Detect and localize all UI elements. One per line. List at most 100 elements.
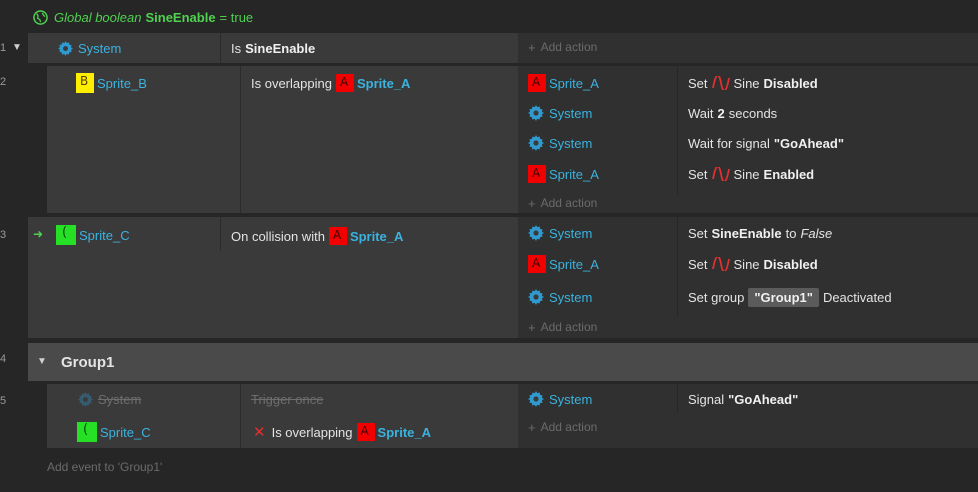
group-badge: "Group1" — [748, 287, 819, 307]
action-value: False — [800, 225, 833, 241]
object-name: Sprite_C — [79, 227, 130, 243]
condition-variable: SineEnable — [245, 40, 316, 56]
gear-icon — [528, 135, 544, 151]
condition-text: On collision with — [231, 228, 325, 244]
event-3-condition-object[interactable]: Sprite_C — [56, 224, 130, 246]
action-state: Disabled — [763, 75, 818, 91]
action-object[interactable]: System — [528, 286, 592, 308]
action-text[interactable]: Set Sine Enabled — [688, 163, 814, 185]
behavior-name: Sine — [733, 166, 760, 182]
behavior-name: Sine — [733, 256, 760, 272]
condition-text: Trigger once — [251, 391, 324, 407]
invert-x-icon: ✕ — [253, 424, 266, 441]
event-1-condition-object[interactable]: System — [58, 33, 121, 63]
divider — [220, 33, 221, 63]
sine-behavior-icon — [712, 257, 730, 271]
action-text[interactable]: Wait for signal "GoAhead" — [688, 132, 844, 154]
object-name: Sprite_A — [549, 166, 599, 182]
action-to: to — [785, 225, 797, 241]
action-value: 2 — [717, 105, 725, 121]
add-action-label: Add action — [540, 420, 598, 434]
add-action-button[interactable]: + Add action — [528, 194, 597, 212]
action-object[interactable]: System — [528, 132, 592, 154]
sprite-a-icon — [356, 423, 375, 441]
add-action-label: Add action — [540, 196, 598, 210]
sprite-a-icon — [528, 165, 546, 183]
sprite-a-icon — [528, 255, 546, 273]
action-text[interactable]: Set group "Group1" Deactivated — [688, 286, 892, 308]
action-verb: Set — [688, 256, 708, 272]
action-text[interactable]: Wait 2 seconds — [688, 102, 777, 124]
event-1-condition[interactable]: Is SineEnable — [231, 33, 315, 63]
row-number: 1 — [0, 42, 7, 54]
action-object[interactable]: System — [528, 222, 592, 244]
gear-icon — [528, 289, 544, 305]
divider — [220, 217, 221, 251]
sine-behavior-icon — [712, 167, 730, 181]
add-action-label: Add action — [540, 40, 598, 54]
group-name: Group1 — [61, 354, 115, 371]
action-text[interactable]: Set Sine Disabled — [688, 253, 818, 275]
action-prefix: Wait for signal — [688, 135, 770, 151]
gear-icon — [58, 41, 73, 56]
action-object[interactable]: Sprite_A — [528, 163, 599, 185]
action-verb: Set — [688, 75, 708, 91]
action-state: Disabled — [763, 256, 818, 272]
object-name: System — [549, 289, 593, 305]
action-object[interactable]: Sprite_A — [528, 253, 599, 275]
event-2-condition[interactable]: Is overlapping Sprite_A — [251, 72, 410, 94]
action-object[interactable]: Sprite_A — [528, 72, 599, 94]
global-var-value: = true — [219, 9, 254, 25]
event-5-condition-1[interactable]: Trigger once — [251, 389, 324, 409]
group-collapse-icon[interactable]: ▼ — [37, 356, 47, 367]
gear-icon — [528, 391, 544, 407]
divider — [240, 384, 241, 448]
sprite-a-icon — [328, 227, 347, 245]
divider — [677, 384, 678, 412]
condition-text: Is overlapping — [271, 424, 353, 440]
action-state: Enabled — [763, 166, 815, 182]
sine-behavior-icon — [712, 76, 730, 90]
object-name: System — [98, 391, 142, 407]
gear-icon — [78, 392, 93, 407]
action-text[interactable]: Set Sine Disabled — [688, 72, 818, 94]
plus-icon: + — [528, 39, 536, 55]
event-5-condition-2-object[interactable]: Sprite_C — [77, 421, 151, 443]
sprite-b-icon — [76, 73, 94, 93]
sprite-c-icon — [56, 225, 76, 245]
add-action-button[interactable]: + Add action — [528, 33, 597, 61]
condition-target: Sprite_A — [349, 228, 404, 244]
event-5-condition-2[interactable]: ✕ Is overlapping Sprite_A — [253, 421, 431, 443]
condition-target: Sprite_A — [377, 424, 431, 440]
object-name: System — [549, 135, 593, 151]
row-number: 5 — [0, 395, 7, 407]
add-action-button[interactable]: + Add action — [528, 418, 597, 436]
divider — [677, 66, 678, 194]
sprite-c-icon — [77, 422, 97, 442]
global-var-prefix: Global boolean — [54, 9, 142, 25]
action-object[interactable]: System — [528, 388, 592, 410]
action-verb: Set — [688, 225, 708, 241]
add-event-button[interactable]: Add event to 'Group1' — [47, 458, 162, 476]
action-prefix: Wait — [688, 105, 714, 121]
action-suffix: Deactivated — [822, 289, 892, 305]
row-number: 4 — [0, 353, 7, 365]
event-3-condition[interactable]: On collision with Sprite_A — [231, 225, 403, 247]
add-action-button[interactable]: + Add action — [528, 318, 597, 336]
object-name: System — [549, 105, 593, 121]
action-text[interactable]: Set SineEnable to False — [688, 222, 832, 244]
condition-text: Is — [231, 40, 242, 56]
global-variable[interactable]: Global boolean SineEnable = true — [33, 8, 253, 26]
event-2-condition-object[interactable]: Sprite_B — [76, 72, 147, 94]
action-text[interactable]: Signal "GoAhead" — [688, 388, 798, 410]
sprite-a-icon — [335, 74, 354, 92]
plus-icon: + — [528, 195, 536, 211]
action-object[interactable]: System — [528, 102, 592, 124]
collapse-toggle-icon[interactable]: ▼ — [12, 42, 22, 53]
action-suffix: seconds — [728, 105, 778, 121]
group-header[interactable] — [28, 343, 978, 381]
gear-icon — [528, 105, 544, 121]
object-name: Sprite_A — [549, 75, 599, 91]
behavior-name: Sine — [733, 75, 760, 91]
event-5-condition-1-object[interactable]: System — [78, 389, 141, 409]
